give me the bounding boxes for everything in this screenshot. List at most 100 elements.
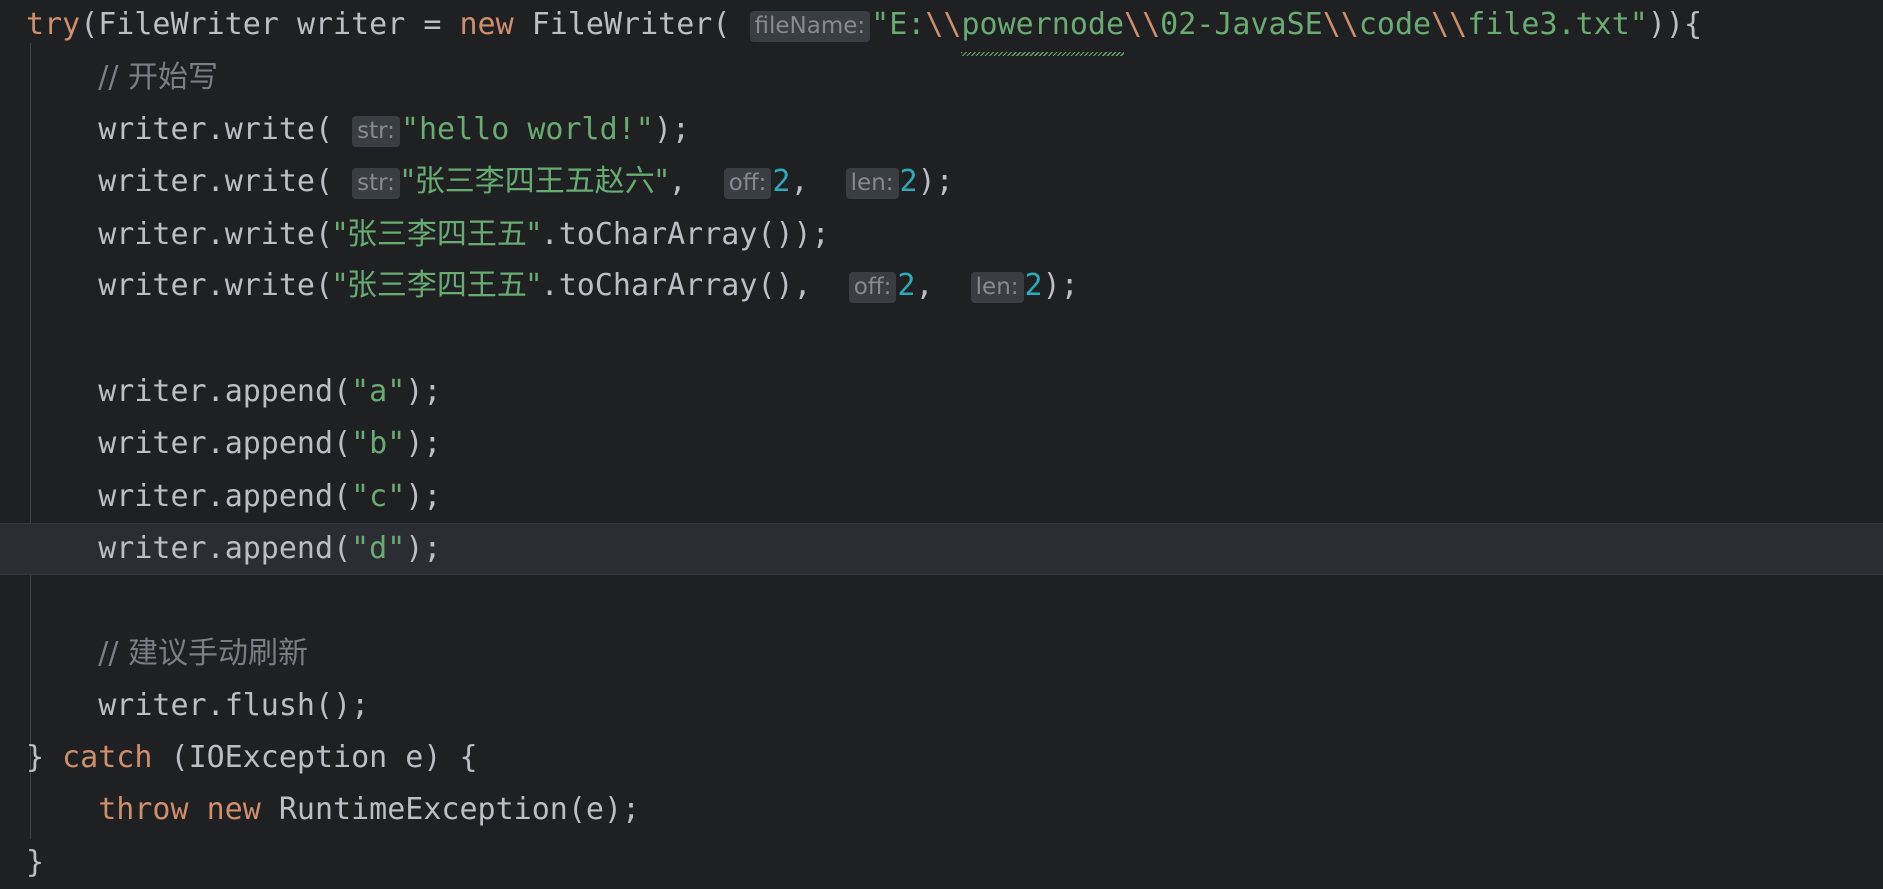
- space-12: [44, 740, 62, 775]
- dot-4: .: [206, 163, 225, 199]
- indent-2: [26, 112, 98, 147]
- space-9: [809, 164, 845, 199]
- string-path-file3: file3.txt": [1467, 7, 1648, 42]
- param-hint-off-1[interactable]: off:: [723, 167, 772, 199]
- code-line-12-blank[interactable]: [0, 575, 1883, 627]
- code-line-11-current[interactable]: writer.append("d");: [0, 522, 1883, 576]
- indent-7: [26, 426, 98, 461]
- dot-10: .: [206, 478, 225, 514]
- code-line-8[interactable]: writer.append("a");: [0, 366, 1883, 418]
- param-hint-filename[interactable]: fileName:: [749, 11, 871, 42]
- string-cn-eight: "张三李四王五赵六": [400, 163, 669, 199]
- punct-close-call-10: );: [405, 478, 442, 514]
- indent-3: [26, 164, 98, 199]
- dot-3: .: [206, 111, 225, 147]
- comma-6: ,: [793, 268, 812, 304]
- param-hint-off-2[interactable]: off:: [848, 272, 897, 304]
- code-line-2[interactable]: // 开始写: [0, 52, 1883, 104]
- keyword-try: try: [26, 7, 81, 42]
- keyword-throw: throw: [98, 792, 189, 828]
- space-4: [514, 7, 532, 42]
- punct-close-call-9: );: [405, 426, 442, 462]
- catch-tail: e) {: [387, 740, 478, 776]
- code-editor[interactable]: try(FileWriter writer = new FileWriter( …: [0, 0, 1883, 880]
- space-7: [333, 164, 351, 199]
- method-append-11: append: [224, 530, 334, 566]
- indent-11: [26, 688, 98, 723]
- type-runtimeexception: RuntimeException: [278, 792, 568, 828]
- punct-close-call-8: );: [405, 374, 442, 410]
- string-path-code: code: [1358, 7, 1432, 42]
- indent-8: [26, 479, 98, 514]
- code-line-7-blank[interactable]: [0, 314, 1883, 366]
- string-letter-d: "d": [351, 530, 406, 566]
- method-write-6: write: [224, 268, 315, 304]
- method-flush: flush: [224, 687, 315, 723]
- code-line-17[interactable]: }: [0, 837, 1883, 889]
- punct-close-paren-6: ): [775, 268, 794, 304]
- comma-4: ,: [668, 163, 687, 199]
- string-letter-a: "a": [351, 374, 406, 410]
- punct-close-call-4: );: [917, 163, 954, 199]
- code-line-13[interactable]: // 建议手动刷新: [0, 628, 1883, 680]
- punct-open-paren-10: (: [333, 478, 352, 514]
- dot-6b: .: [540, 268, 559, 304]
- code-line-6[interactable]: writer.write("张三李四王五".toCharArray(), off…: [0, 261, 1883, 313]
- var-writer-decl: writer: [296, 7, 406, 42]
- indent-9: [26, 531, 98, 566]
- space-10: [812, 268, 848, 303]
- var-writer-5: writer: [98, 217, 207, 253]
- punct-close-call-14: );: [333, 687, 370, 723]
- punct-close-call-11: );: [405, 530, 442, 566]
- string-cn-six-1: "张三李四王五": [333, 217, 541, 253]
- punct-open-paren-1: (: [80, 7, 99, 42]
- comma-4b: ,: [790, 163, 809, 199]
- code-line-15[interactable]: } catch (IOException e) {: [0, 732, 1883, 784]
- punct-open-paren-15: (: [170, 740, 189, 776]
- code-line-9[interactable]: writer.append("b");: [0, 418, 1883, 470]
- code-line-4[interactable]: writer.write( str: "张三李四王五赵六", off: 2, len…: [0, 157, 1883, 209]
- code-line-1[interactable]: try(FileWriter writer = new FileWriter( …: [0, 0, 1883, 57]
- punct-equals: =: [423, 7, 442, 42]
- method-write-5: write: [224, 217, 315, 253]
- param-hint-str-2[interactable]: str:: [352, 167, 400, 199]
- var-writer-3: writer: [98, 111, 207, 147]
- var-writer-4: writer: [98, 163, 207, 199]
- space-13: [152, 740, 170, 775]
- string-path-prefix: "E:: [871, 7, 926, 42]
- code-line-14[interactable]: writer.flush();: [0, 680, 1883, 732]
- dot-6: .: [206, 268, 225, 304]
- punct-open-paren-6: (: [315, 268, 334, 304]
- escape-sep-4: \\: [1431, 7, 1468, 42]
- space-11: [934, 268, 970, 303]
- code-line-3[interactable]: writer.write( str: "hello world!");: [0, 105, 1883, 157]
- dot-5b: .: [540, 217, 559, 253]
- method-append-8: append: [224, 374, 334, 410]
- param-hint-len-1[interactable]: len:: [845, 167, 899, 199]
- number-off-2: 2: [897, 268, 916, 304]
- space-5: [730, 7, 748, 42]
- comment-manual-flush: // 建议手动刷新: [98, 635, 309, 671]
- dot-11: .: [206, 530, 225, 566]
- code-line-16[interactable]: throw new RuntimeException(e);: [0, 784, 1883, 836]
- space-6: [333, 112, 351, 147]
- indent-1: [26, 60, 98, 95]
- param-hint-len-2[interactable]: len:: [970, 272, 1024, 304]
- param-hint-str-1[interactable]: str:: [352, 115, 400, 147]
- punct-open-paren-11: (: [333, 530, 352, 566]
- punct-close-brace-15: }: [26, 740, 45, 776]
- number-off-1: 2: [772, 163, 791, 199]
- punct-close-double-5: ));: [775, 217, 830, 253]
- space-15: [261, 792, 279, 827]
- number-len-2: 2: [1024, 268, 1043, 304]
- dot-14: .: [206, 687, 225, 723]
- punct-open-paren-5b: (: [757, 217, 776, 253]
- code-line-5[interactable]: writer.write("张三李四王五".toCharArray());: [0, 209, 1883, 261]
- string-hello-world: "hello world!": [400, 111, 654, 147]
- space-1: [279, 7, 297, 42]
- indent-5: [26, 268, 98, 303]
- var-writer-6: writer: [98, 268, 207, 304]
- code-line-10[interactable]: writer.append("c");: [0, 471, 1883, 523]
- var-writer-14: writer: [98, 687, 207, 723]
- escape-sep-2: \\: [1124, 7, 1161, 42]
